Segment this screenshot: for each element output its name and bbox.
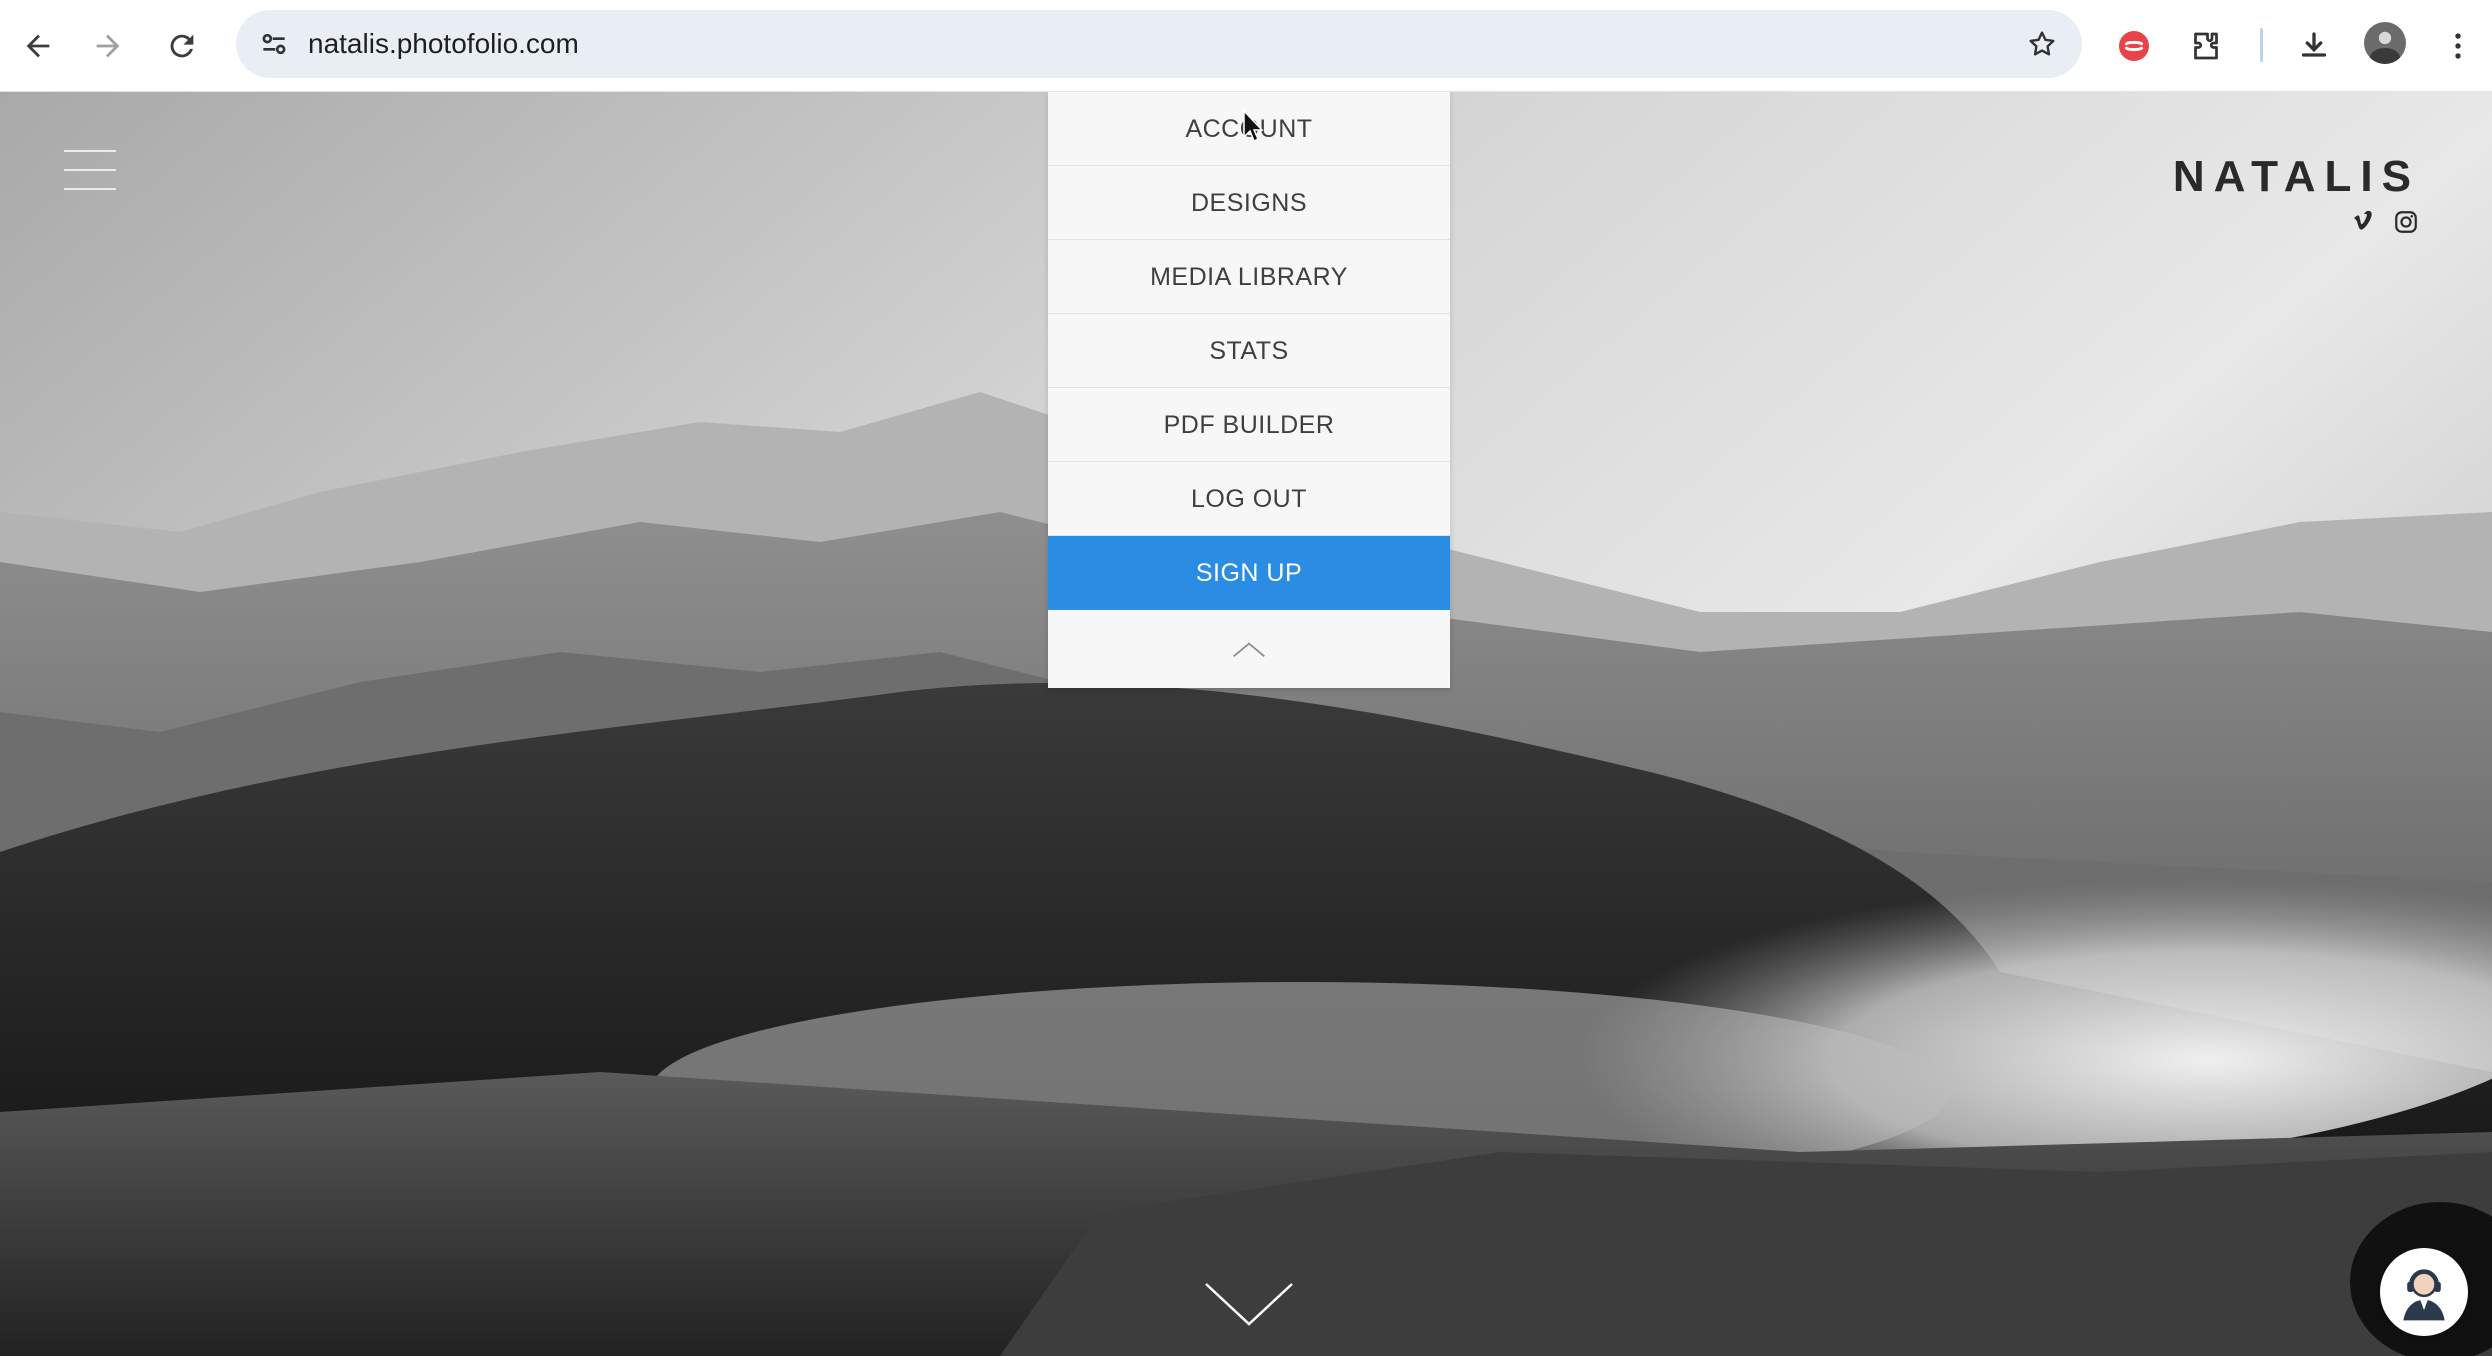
browser-toolbar: natalis.photofolio.com [0, 0, 2492, 92]
back-arrow-icon [26, 34, 50, 58]
menu-item-designs[interactable]: DESIGNS [1048, 166, 1450, 240]
brand-name[interactable]: NATALIS [2173, 152, 2420, 202]
reload-button[interactable] [156, 20, 208, 72]
menu-item-log-out[interactable]: LOG OUT [1048, 462, 1450, 536]
vimeo-icon[interactable] [2350, 208, 2378, 236]
url-text[interactable]: natalis.photofolio.com [308, 10, 579, 78]
mouse-cursor-icon [1243, 109, 1264, 143]
extension-red-icon[interactable] [2108, 20, 2160, 72]
site-settings-icon[interactable] [254, 24, 294, 64]
instagram-icon[interactable] [2392, 208, 2420, 236]
toolbar-divider [2260, 28, 2263, 62]
support-agent-icon [2403, 1269, 2445, 1321]
scroll-down-chevron-icon[interactable] [1204, 1280, 1294, 1328]
page-viewport: NATALIS ACCOUNT DESIGNS MEDIA LIBRARY ST… [0, 92, 2492, 1356]
social-links [2173, 208, 2420, 236]
menu-item-stats[interactable]: STATS [1048, 314, 1450, 388]
extensions-puzzle-icon[interactable] [2180, 20, 2232, 72]
forward-button[interactable] [82, 20, 134, 72]
hamburger-menu-icon[interactable] [64, 150, 116, 190]
admin-dropdown-menu: ACCOUNT DESIGNS MEDIA LIBRARY STATS PDF … [1048, 92, 1450, 688]
profile-avatar[interactable] [2364, 22, 2406, 64]
support-chat-button[interactable] [2380, 1248, 2468, 1336]
menu-item-media-library[interactable]: MEDIA LIBRARY [1048, 240, 1450, 314]
reload-icon [170, 34, 194, 58]
menu-item-pdf-builder[interactable]: PDF BUILDER [1048, 388, 1450, 462]
address-bar[interactable]: natalis.photofolio.com [236, 10, 2082, 78]
back-button[interactable] [12, 20, 64, 72]
menu-collapse-button[interactable] [1048, 610, 1450, 688]
bookmark-star-icon[interactable] [2022, 24, 2062, 64]
forward-arrow-icon [96, 34, 120, 58]
download-icon[interactable] [2288, 20, 2340, 72]
site-brand: NATALIS [2173, 152, 2420, 236]
more-menu-icon[interactable] [2432, 20, 2484, 72]
chevron-up-icon [1233, 641, 1265, 657]
sign-up-button[interactable]: SIGN UP [1048, 536, 1450, 610]
